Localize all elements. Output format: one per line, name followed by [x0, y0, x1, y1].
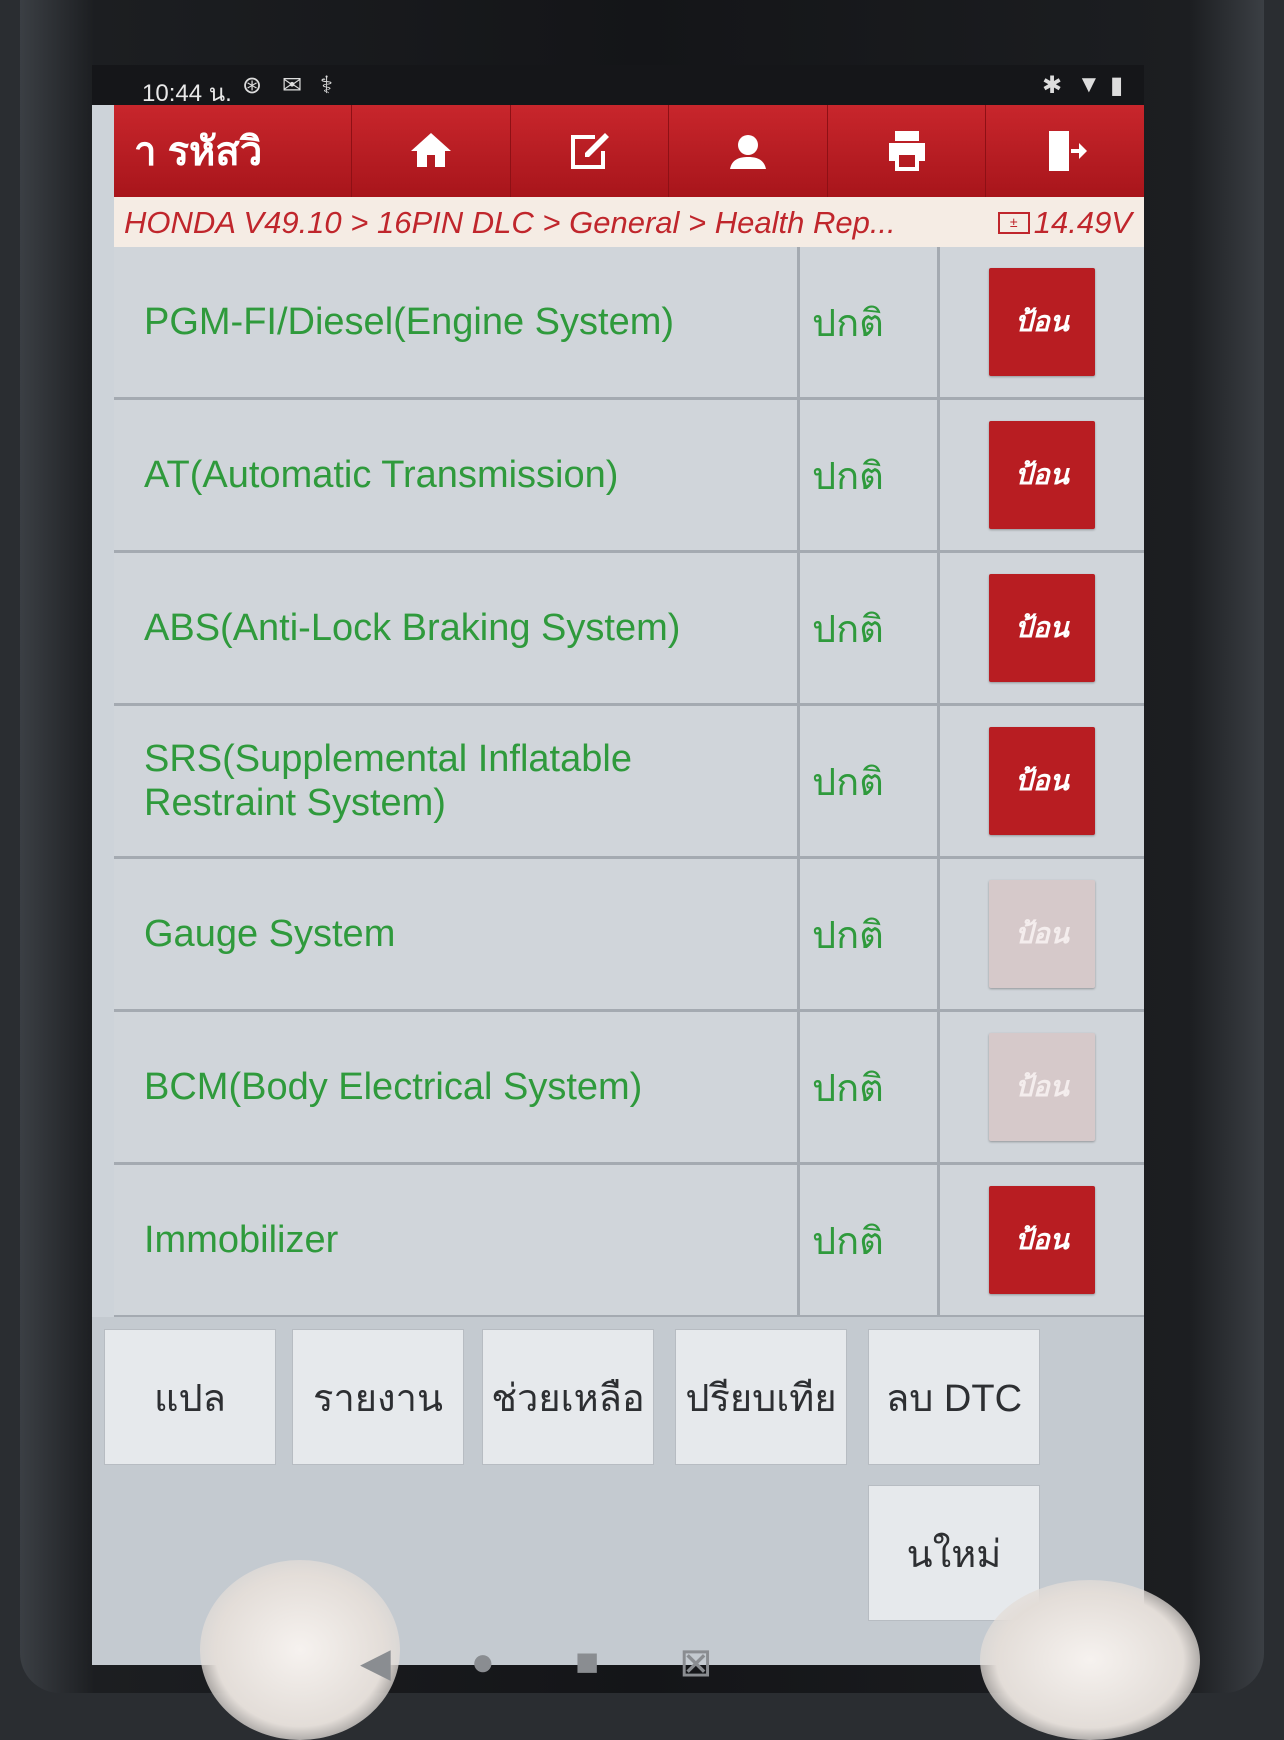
- printer-icon: [888, 131, 925, 171]
- enter-button[interactable]: ป้อน: [989, 421, 1095, 529]
- system-name: SRS(Supplemental Inflatable Restraint Sy…: [114, 706, 800, 856]
- table-row: AT(Automatic Transmission) ปกติ ป้อน: [114, 400, 1144, 553]
- system-status: ปกติ: [800, 1165, 940, 1315]
- table-row: PGM-FI/Diesel(Engine System) ปกติ ป้อน: [114, 247, 1144, 400]
- clear-dtc-button[interactable]: ลบ DTC: [868, 1329, 1040, 1465]
- help-button[interactable]: ช่วยเหลือ: [482, 1329, 654, 1465]
- wifi-icon: ▼: [1077, 71, 1101, 98]
- bluetooth-icon: ✱: [1042, 72, 1063, 99]
- home-circle-icon[interactable]: ●: [471, 1640, 495, 1686]
- breadcrumb: HONDA V49.10 > 16PIN DLC > General > Hea…: [114, 197, 1144, 247]
- system-status: ปกติ: [800, 1012, 940, 1162]
- home-icon: [410, 133, 451, 167]
- table-row: Gauge System ปกติ ป้อน: [114, 859, 1144, 1012]
- enter-button[interactable]: ป้อน: [989, 727, 1095, 835]
- system-name: ABS(Anti-Lock Braking System): [114, 553, 800, 703]
- system-name: AT(Automatic Transmission): [114, 400, 800, 550]
- print-button[interactable]: [828, 105, 987, 197]
- system-status: ปกติ: [800, 706, 940, 856]
- enter-button[interactable]: ป้อน: [989, 268, 1095, 376]
- enter-button[interactable]: ป้อน: [989, 880, 1095, 988]
- translate-button[interactable]: แปล: [104, 1329, 276, 1465]
- exit-button[interactable]: [986, 105, 1144, 197]
- device-screen: 10:44 น. ⊛ ✉ ⚕ ✱ ▼ ▮ า รหัสวิ HONDA V49.…: [92, 65, 1144, 1665]
- system-name: Immobilizer: [114, 1165, 800, 1315]
- system-name: PGM-FI/Diesel(Engine System): [114, 247, 800, 397]
- usb-icon: ⚕: [320, 72, 333, 99]
- android-nav-bar: ◀ ● ■ ⊠: [360, 1640, 713, 1686]
- system-status: ปกติ: [800, 247, 940, 397]
- user-support-icon: [729, 135, 766, 169]
- toolbar-title: า รหัสวิ: [114, 105, 352, 197]
- table-row: SRS(Supplemental Inflatable Restraint Sy…: [114, 706, 1144, 859]
- table-row: Immobilizer ปกติ ป้อน: [114, 1165, 1144, 1318]
- battery-icon: ▮: [1110, 72, 1124, 99]
- voltage-display: ± 14.49V: [997, 205, 1132, 241]
- exit-icon: [1049, 131, 1088, 171]
- status-bar: 10:44 น. ⊛ ✉ ⚕ ✱ ▼ ▮: [92, 65, 1144, 107]
- back-icon[interactable]: ◀: [360, 1640, 391, 1686]
- finger-glare: [980, 1580, 1200, 1740]
- system-status: ปกติ: [800, 553, 940, 703]
- system-name: Gauge System: [114, 859, 800, 1009]
- enter-button[interactable]: ป้อน: [989, 574, 1095, 682]
- system-status: ปกติ: [800, 859, 940, 1009]
- recents-icon[interactable]: ■: [575, 1640, 599, 1686]
- car-battery-icon: ±: [997, 212, 1030, 234]
- edit-icon: [571, 133, 610, 169]
- main-toolbar: า รหัสวิ: [114, 105, 1144, 197]
- mail-icon: ✉: [282, 72, 303, 99]
- system-status: ปกติ: [800, 400, 940, 550]
- report-button[interactable]: รายงาน: [292, 1329, 464, 1465]
- system-name: BCM(Body Electrical System): [114, 1012, 800, 1162]
- compare-button[interactable]: ปรียบเทีย: [675, 1329, 847, 1465]
- edit-button[interactable]: [511, 105, 670, 197]
- table-row: BCM(Body Electrical System) ปกติ ป้อน: [114, 1012, 1144, 1165]
- system-health-table: PGM-FI/Diesel(Engine System) ปกติ ป้อน A…: [114, 247, 1144, 1318]
- support-button[interactable]: [669, 105, 828, 197]
- table-row: ABS(Anti-Lock Braking System) ปกติ ป้อน: [114, 553, 1144, 706]
- enter-button[interactable]: ป้อน: [989, 1033, 1095, 1141]
- enter-button[interactable]: ป้อน: [989, 1186, 1095, 1294]
- screenshot-icon[interactable]: ⊠: [679, 1640, 713, 1686]
- voltage-value: 14.49V: [1033, 205, 1132, 240]
- breadcrumb-path: HONDA V49.10 > 16PIN DLC > General > Hea…: [124, 205, 896, 240]
- home-button[interactable]: [352, 105, 511, 197]
- notification-icon: ⊛: [242, 72, 263, 99]
